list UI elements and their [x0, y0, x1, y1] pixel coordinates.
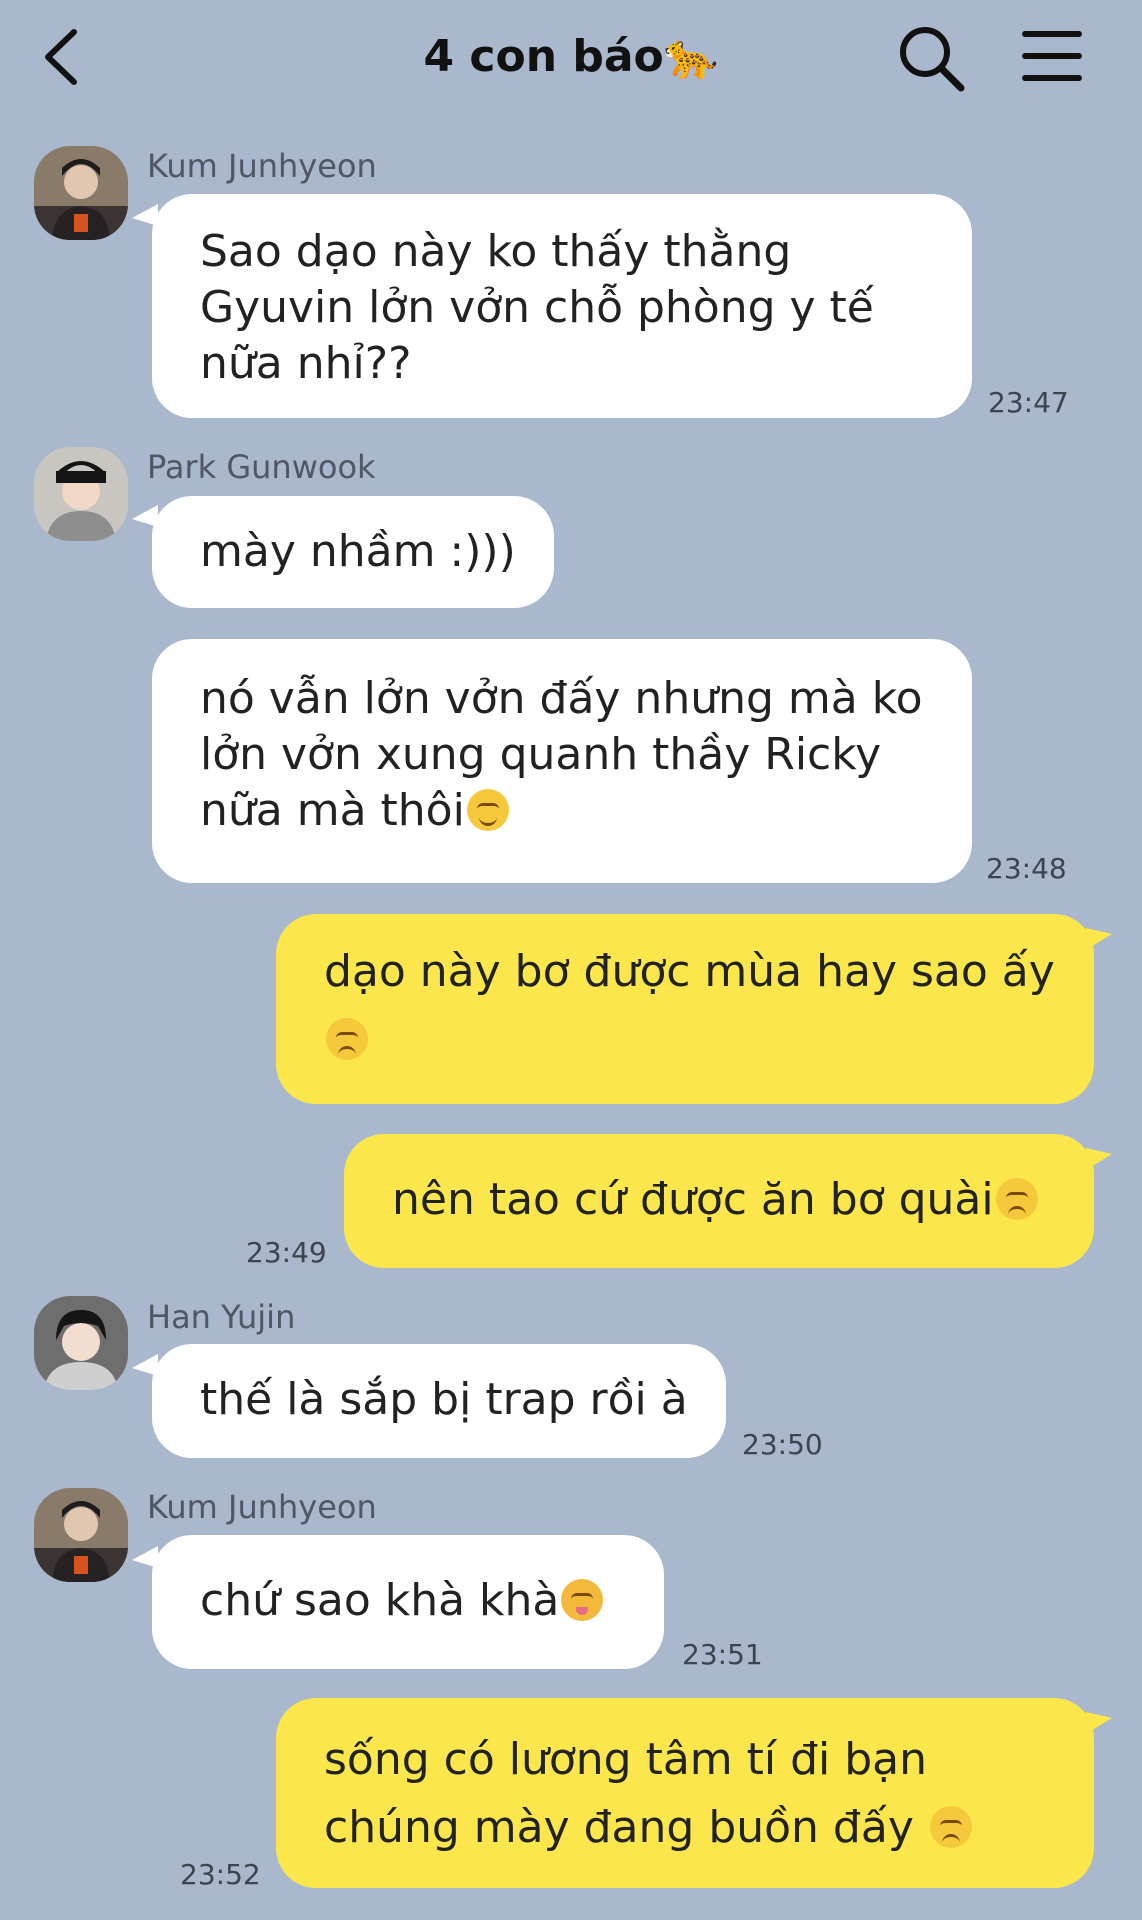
- avatar-park-gunwook[interactable]: [34, 447, 128, 541]
- message-text: thế là sắp bị trap rồi à: [200, 1374, 688, 1425]
- message-bubble[interactable]: nó vẫn lởn vởn đấy nhưng mà ko lởn vởn x…: [152, 639, 972, 883]
- message-bubble[interactable]: thế là sắp bị trap rồi à: [152, 1344, 726, 1458]
- message-text: dạo này bơ được mùa hay sao ấy: [324, 946, 1055, 997]
- sender-name: Kum Junhyeon: [147, 147, 377, 185]
- message-text: chúng mày đang buồn đấy: [324, 1802, 914, 1853]
- message-bubble[interactable]: mày nhầm :))): [152, 496, 554, 608]
- message-time: 23:50: [742, 1428, 823, 1461]
- message-bubble[interactable]: Sao dạo này ko thấy thằng Gyuvin lởn vởn…: [152, 194, 972, 418]
- message-text: chứ sao khà khà: [200, 1575, 560, 1626]
- message-time: 23:49: [246, 1236, 327, 1269]
- message-time: 23:51: [682, 1638, 763, 1671]
- avatar-han-yujin[interactable]: [34, 1296, 128, 1390]
- message-text: nên tao cứ được ăn bơ quài: [392, 1174, 994, 1225]
- disappointed-face-emoji: [326, 1018, 368, 1060]
- message-text: Sao dạo này ko thấy thằng: [200, 226, 792, 277]
- sender-name: Park Gunwook: [147, 448, 376, 486]
- message-bubble[interactable]: nên tao cứ được ăn bơ quài: [344, 1134, 1094, 1268]
- message-text: lởn vởn xung quanh thầy Ricky: [200, 729, 882, 780]
- chat-header: 4 con báo🐆: [0, 0, 1142, 115]
- message-text: mày nhầm :))): [200, 526, 516, 577]
- hamburger-menu-icon[interactable]: [1022, 28, 1082, 84]
- message-text: sống có lương tâm tí đi bạn: [324, 1734, 928, 1785]
- bubble-tail: [1086, 1148, 1112, 1170]
- message-bubble[interactable]: sống có lương tâm tí đi bạn chúng mày đa…: [276, 1698, 1094, 1888]
- sender-name: Kum Junhyeon: [147, 1488, 377, 1526]
- disappointed-face-emoji: [929, 1806, 972, 1848]
- message-time: 23:48: [986, 852, 1067, 885]
- bubble-tail: [1086, 928, 1112, 950]
- message-text: nữa nhỉ??: [200, 338, 412, 389]
- message-text: Gyuvin lởn vởn chỗ phòng y tế: [200, 282, 874, 333]
- avatar-kum-junhyeon[interactable]: [34, 146, 128, 240]
- message-time: 23:47: [988, 386, 1069, 419]
- avatar-kum-junhyeon[interactable]: [34, 1488, 128, 1582]
- message-bubble[interactable]: chứ sao khà khà: [152, 1535, 664, 1669]
- message-text: nó vẫn lởn vởn đấy nhưng mà ko: [200, 673, 923, 724]
- message-text: nữa mà thôi: [200, 785, 465, 836]
- message-time: 23:52: [180, 1858, 261, 1891]
- bubble-tail: [1086, 1712, 1112, 1734]
- zany-face-emoji: [561, 1579, 604, 1621]
- chat-title: 4 con báo🐆: [423, 31, 719, 82]
- message-bubble[interactable]: dạo này bơ được mùa hay sao ấy: [276, 914, 1094, 1104]
- relieved-face-emoji: [466, 789, 509, 831]
- search-icon[interactable]: [895, 22, 967, 94]
- disappointed-face-emoji: [995, 1178, 1038, 1220]
- sender-name: Han Yujin: [147, 1298, 296, 1336]
